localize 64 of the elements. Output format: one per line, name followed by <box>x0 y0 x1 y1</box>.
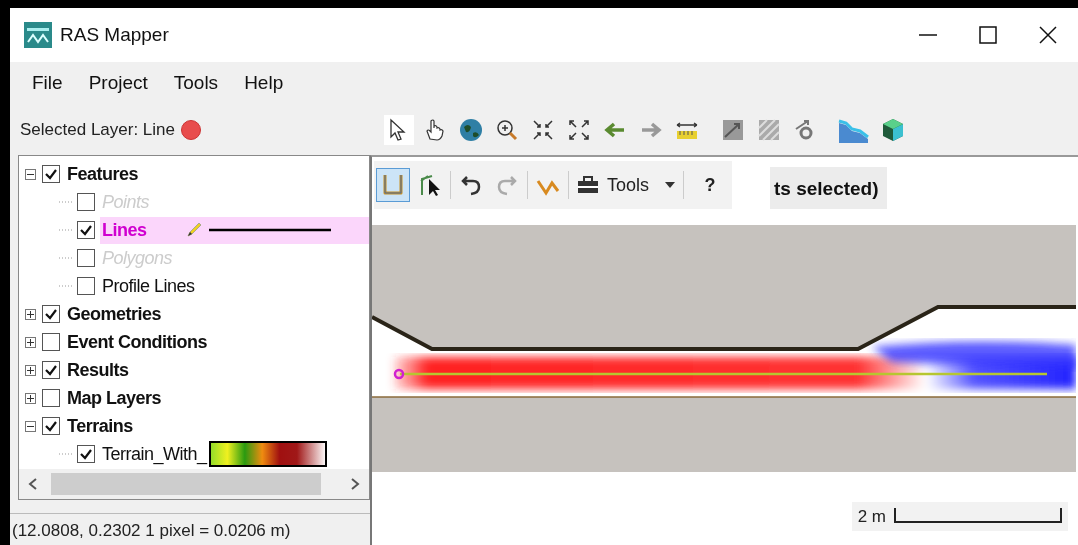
grid-icon <box>756 117 782 143</box>
tree-item[interactable]: Features <box>65 160 141 188</box>
scale-bar: 2 m <box>851 501 1068 531</box>
tree-item[interactable]: Event Conditions <box>65 328 209 356</box>
selected-layer-label: Selected Layer: Line <box>20 119 175 142</box>
chart-icon <box>720 117 746 143</box>
tree-item[interactable]: Profile Lines <box>100 272 197 300</box>
checkbox[interactable] <box>77 445 95 463</box>
cube-icon <box>880 117 906 143</box>
horizontal-scrollbar[interactable] <box>19 469 369 499</box>
globe-icon <box>458 117 484 143</box>
minimize-icon <box>919 34 937 36</box>
expand-toggle[interactable] <box>25 392 36 404</box>
tree-item[interactable]: Geometries <box>65 300 164 328</box>
pointer-tool[interactable] <box>384 115 414 145</box>
checkbox[interactable] <box>42 165 60 183</box>
checkbox[interactable] <box>42 305 60 323</box>
undo-icon <box>459 173 483 197</box>
menu-item[interactable]: Tools <box>163 67 229 100</box>
expand-toggle[interactable] <box>25 364 36 376</box>
checkbox[interactable] <box>42 361 60 379</box>
collapse-toggle[interactable] <box>25 168 36 180</box>
maximize-icon <box>978 25 998 45</box>
close-icon <box>1038 25 1058 45</box>
status-bar: (12.0808, 0.2302 1 pixel = 0.0206 m) <box>10 513 370 545</box>
checkbox[interactable] <box>77 277 95 295</box>
checkbox[interactable] <box>77 221 95 239</box>
tree-item[interactable]: Results <box>65 356 131 384</box>
help-button[interactable]: ? <box>694 168 727 202</box>
menu-item[interactable]: Help <box>234 67 294 100</box>
selected-row-highlight[interactable]: Lines <box>100 216 369 244</box>
tree-item[interactable]: Terrain_With_ <box>100 440 209 468</box>
caret-icon <box>665 182 676 188</box>
window-title: RAS Mapper <box>60 22 169 47</box>
expand-toggle[interactable] <box>25 308 36 320</box>
toolbox-icon <box>577 176 599 194</box>
expand-icon <box>566 117 592 143</box>
profile-icon <box>838 117 870 143</box>
menu-item[interactable]: Project <box>78 67 158 100</box>
tree-item[interactable]: Terrains <box>65 412 135 440</box>
expand-toggle[interactable] <box>25 336 36 348</box>
tree-connector-line <box>59 257 73 259</box>
checkbox[interactable] <box>42 417 60 435</box>
tree-connector-line <box>59 201 73 203</box>
tree-connector-line <box>59 285 73 287</box>
menu-item[interactable]: File <box>22 67 73 100</box>
tree-item[interactable]: Map Layers <box>65 384 164 412</box>
tree-connector-line <box>59 453 73 455</box>
checkbox[interactable] <box>42 333 60 351</box>
pencil-icon <box>184 221 203 239</box>
scroll-right-icon <box>350 478 360 490</box>
collapse-toggle[interactable] <box>25 420 36 432</box>
edit-line-icon <box>381 173 405 197</box>
tree-item[interactable]: Lines <box>100 216 149 244</box>
redo-icon <box>495 173 519 197</box>
select-vertex-icon <box>418 173 442 197</box>
tree-connector-line <box>59 229 73 231</box>
selection-status-text: ts selected) <box>770 167 887 209</box>
zoom-in-icon <box>494 117 520 143</box>
app-icon <box>24 22 52 48</box>
tools-dropdown[interactable]: Tools <box>573 168 680 202</box>
checkbox[interactable] <box>42 389 60 407</box>
scrollbar-thumb[interactable] <box>51 473 321 495</box>
scroll-left-icon <box>28 478 38 490</box>
